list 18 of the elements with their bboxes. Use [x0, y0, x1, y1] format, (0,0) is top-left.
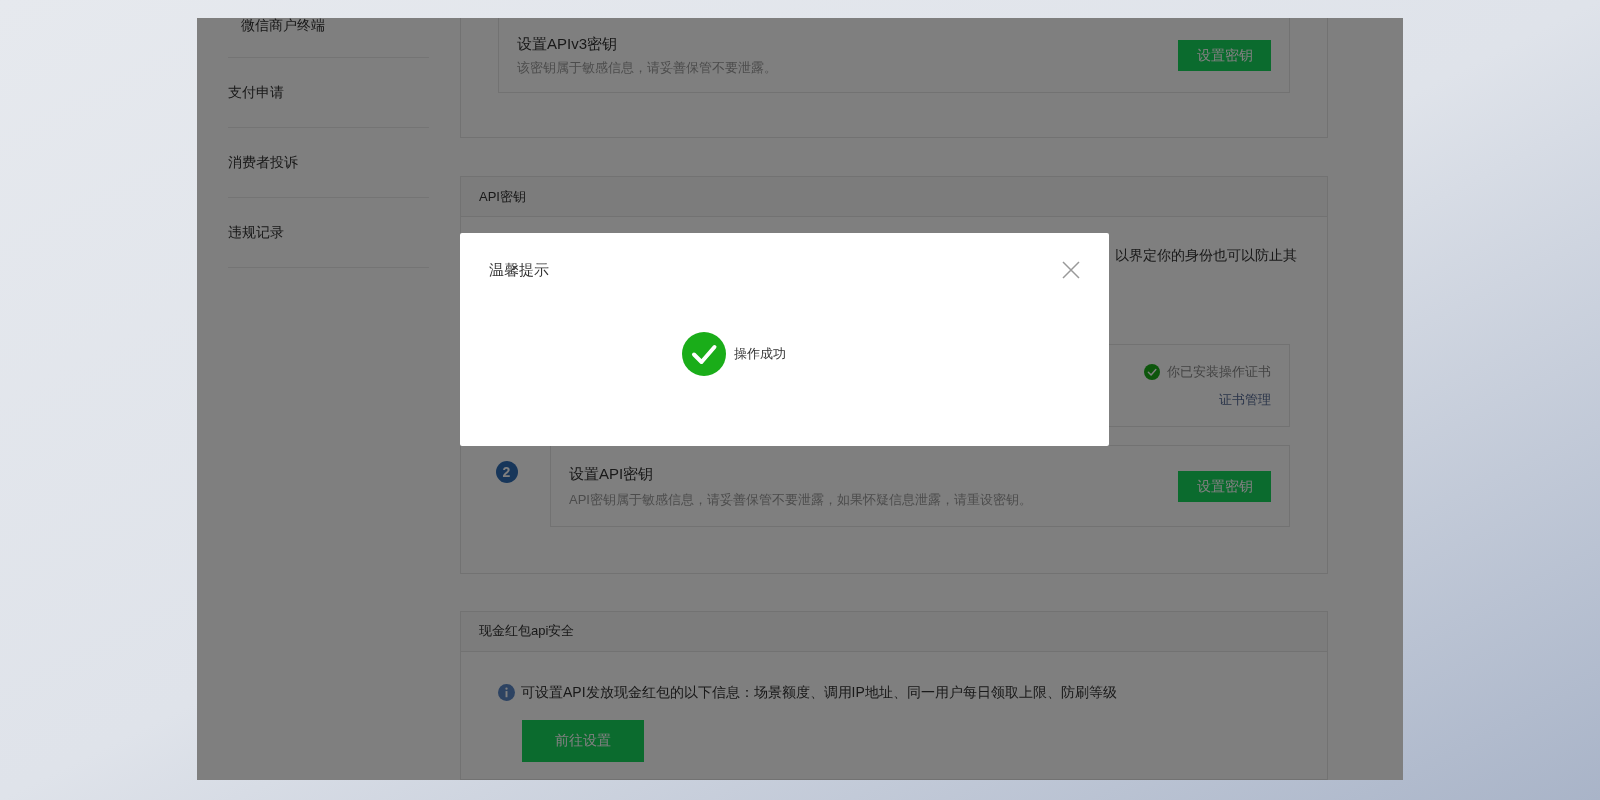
sidebar-item[interactable]: 微信商户终端: [241, 18, 325, 33]
card-title: 设置APIv3密钥: [517, 33, 619, 54]
dialog-title: 温馨提示: [489, 260, 549, 280]
intro-text: 以界定你的身份也可以防止其: [1115, 247, 1297, 264]
step-number: 2: [495, 461, 518, 484]
info-icon: [498, 683, 515, 701]
section-header: 现金红包api安全: [479, 622, 575, 641]
sidebar-item[interactable]: 支付申请: [228, 82, 284, 103]
info-text: 可设置API发放现金红包的以下信息：场景额度、调用IP地址、同一用户每日领取上限、防刷等级: [521, 682, 1117, 702]
close-icon[interactable]: [1061, 260, 1081, 281]
section-header: API密钥: [479, 188, 526, 207]
success-icon: [682, 331, 726, 376]
sidebar-item[interactable]: 消费者投诉: [228, 152, 298, 173]
step-title: 设置API密钥: [569, 464, 655, 485]
sidebar-item[interactable]: 违规记录: [228, 222, 284, 243]
dialog-message: 操作成功: [734, 344, 786, 363]
certificate-link[interactable]: 证书管理: [1219, 389, 1271, 410]
check-icon: [1144, 364, 1160, 381]
